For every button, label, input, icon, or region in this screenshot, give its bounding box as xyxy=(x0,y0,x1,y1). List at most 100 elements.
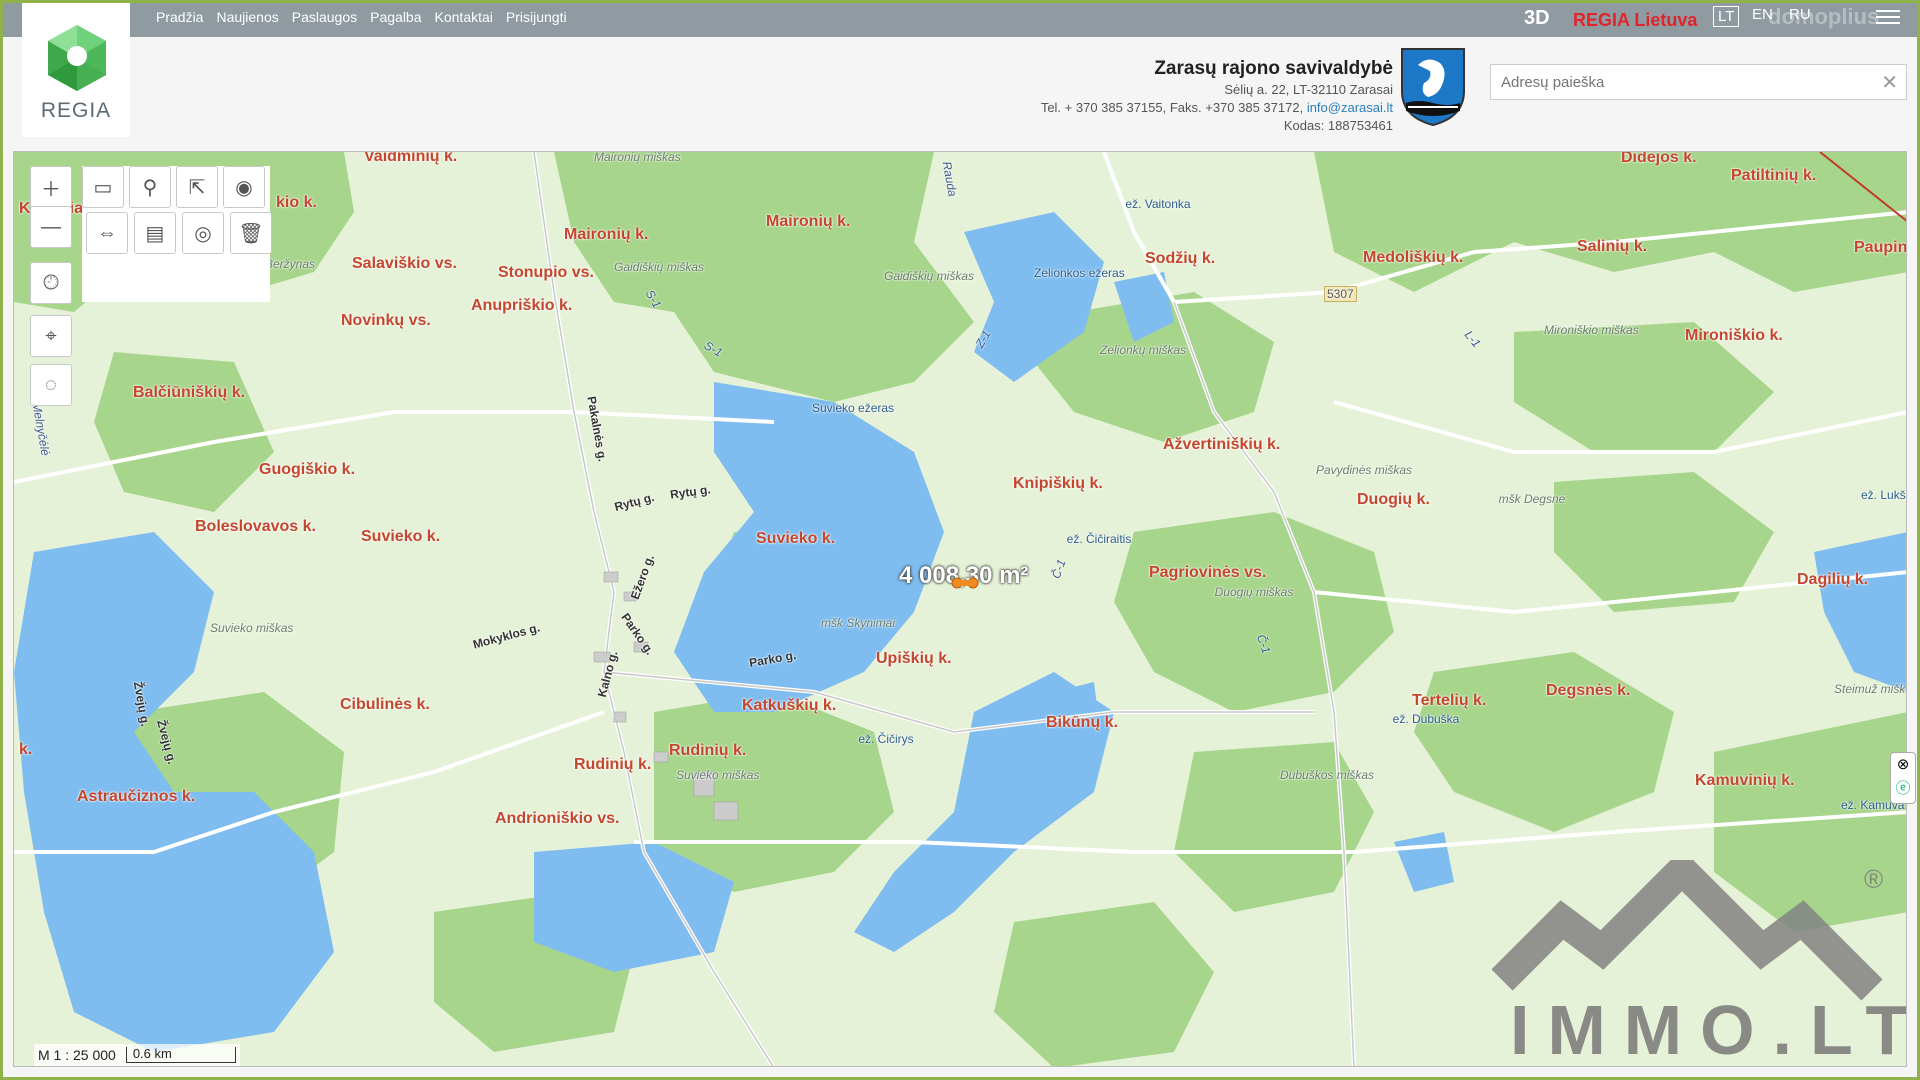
forest-label: Dubuškos miškas xyxy=(1280,768,1375,782)
history-button[interactable]: 🕘︎ xyxy=(30,262,72,304)
forest-label: Steimuž miškas xyxy=(1834,682,1906,696)
forest-label: Pavydinės miškas xyxy=(1316,463,1413,477)
share-button[interactable]: ⇱ xyxy=(176,166,218,208)
village-label: Bikūnų k. xyxy=(1046,714,1119,731)
village-label: Sodžių k. xyxy=(1145,250,1216,267)
municipality-code: Kodas: 188753461 xyxy=(1283,118,1393,133)
forest-label: Suvieko miškas xyxy=(676,768,760,782)
measure-distance-button[interactable]: ▭ xyxy=(82,166,124,208)
village-label: Suvieko k. xyxy=(361,528,441,545)
village-label: Katkuškių k. xyxy=(742,697,837,714)
water-label: ež. Vaitonka xyxy=(1125,197,1191,211)
map-scale: M 1 : 25 000 0.6 km xyxy=(34,1044,240,1066)
village-label: Duogių k. xyxy=(1357,491,1430,508)
water-label: ež. Lukšt xyxy=(1861,488,1907,502)
village-label: Tertelių k. xyxy=(1412,692,1487,709)
3d-button[interactable]: 3D xyxy=(1524,7,1550,30)
address-search-input[interactable] xyxy=(1491,65,1871,99)
village-label: Novinkų vs. xyxy=(341,312,431,329)
village-label: Boleslovavos k. xyxy=(195,518,316,535)
village-label: Degsnės k. xyxy=(1546,682,1631,699)
registered-mark: ® xyxy=(1864,864,1884,894)
share-icon: ⇱ xyxy=(188,176,206,199)
forest-label: Duogių miškas xyxy=(1214,585,1294,599)
water-label: ež. Dubuška xyxy=(1392,712,1460,726)
village-label: Rudinių k. xyxy=(574,756,652,773)
water-label: ež. Čičiraitis xyxy=(1066,532,1132,546)
delete-button[interactable]: 🗑︎ xyxy=(230,212,272,254)
target-icon: ◉ xyxy=(235,176,253,199)
scale-bar: 0.6 km xyxy=(125,1047,236,1063)
measured-parcel-shape[interactable] xyxy=(950,576,982,590)
village-label: Stonupio vs. xyxy=(498,264,594,281)
ruler-icon: ▭ xyxy=(93,176,113,199)
scale-ratio: M 1 : 25 000 xyxy=(38,1047,116,1063)
forest-label: mšk Degsnė xyxy=(1498,492,1566,506)
nav-kontaktai[interactable]: Kontaktai xyxy=(435,9,493,25)
village-label: k. xyxy=(19,741,33,758)
measure-length-button[interactable]: ⇔ xyxy=(86,212,128,254)
point-button[interactable]: ◉ xyxy=(223,166,265,208)
regia-lietuva-link[interactable]: REGIA Lietuva xyxy=(1573,10,1697,31)
menu-icon[interactable] xyxy=(1876,10,1900,26)
forest-label: Maironių miškas xyxy=(594,151,681,164)
map-canvas[interactable]: Vaidminių k. Kroviniai kio k. Maironių k… xyxy=(13,151,1907,1067)
zoom-out-button[interactable]: — xyxy=(30,206,72,248)
village-label: Maironių k. xyxy=(766,213,851,230)
regia-hexagon-icon xyxy=(48,25,106,91)
forest-label: mšk Skynimai xyxy=(820,616,895,630)
village-label: Vaidminių k. xyxy=(364,151,458,165)
lasso-icon: ◌ xyxy=(45,373,57,396)
village-label: Andrioniškio vs. xyxy=(495,810,620,827)
municipality-name: Zarasų rajono savivaldybė xyxy=(1154,58,1393,79)
nav-prisijungti[interactable]: Prisijungti xyxy=(506,9,567,25)
village-label: Upiškių k. xyxy=(876,650,952,667)
zarasai-coat-of-arms-icon xyxy=(1401,48,1465,127)
close-icon[interactable]: ✕ xyxy=(1881,70,1898,95)
village-label: kio k. xyxy=(276,194,317,211)
village-label: Didėjos k. xyxy=(1621,151,1697,166)
address-search: ✕ xyxy=(1490,64,1907,100)
forest-label: Mironiškio miškas xyxy=(1544,323,1639,337)
village-label: Cibulinės k. xyxy=(340,696,430,713)
e-icon[interactable]: ⓔ xyxy=(1891,777,1915,801)
village-label: Astraučiznos k. xyxy=(77,788,196,805)
side-widget[interactable]: ⊗ ⓔ xyxy=(1890,752,1916,804)
village-label: Medoliškių k. xyxy=(1363,249,1464,266)
forest-label: Gaidiškių miškas xyxy=(884,269,975,283)
zoom-in-button[interactable]: ＋ xyxy=(30,166,72,208)
trash-icon: 🗑︎ xyxy=(238,222,264,245)
clock-icon: 🕘︎ xyxy=(43,271,59,294)
water-label: Suvieko ežeras xyxy=(812,401,895,415)
nav-pagalba[interactable]: Pagalba xyxy=(370,9,421,25)
water-label: Zelionkos ežeras xyxy=(1034,266,1125,280)
radius-icon: ◎ xyxy=(194,222,212,245)
forest-label: Gaidiškių miškas xyxy=(614,260,705,274)
main-nav: Pradžia Naujienos Paslaugos Pagalba Kont… xyxy=(156,9,567,25)
measure-area-button[interactable]: ▤ xyxy=(134,212,176,254)
village-label: Anupriškio k. xyxy=(471,297,573,314)
village-label: Paupin xyxy=(1854,239,1907,256)
municipality-contacts: Tel. + 370 385 37155, Faks. +370 385 371… xyxy=(1040,100,1393,115)
locate-button[interactable]: ⌖ xyxy=(30,315,72,357)
nav-paslaugos[interactable]: Paslaugos xyxy=(292,9,357,25)
lasso-button[interactable]: ◌ xyxy=(30,364,72,406)
forest-label: Zelionkų miškas xyxy=(1100,343,1187,357)
close-circle-icon[interactable]: ⊗ xyxy=(1891,753,1915,777)
regia-logo[interactable]: REGIA xyxy=(22,3,130,137)
nav-pradzia[interactable]: Pradžia xyxy=(156,9,203,25)
village-label: Kamuvinių k. xyxy=(1695,772,1795,789)
road-number-badge: 5307 xyxy=(1324,286,1357,302)
nav-naujienos[interactable]: Naujienos xyxy=(216,9,278,25)
area-icon: ▤ xyxy=(145,222,165,245)
village-label: Dagilių k. xyxy=(1797,571,1869,588)
radius-button[interactable]: ◎ xyxy=(182,212,224,254)
email-link[interactable]: info@zarasai.lt xyxy=(1307,100,1393,115)
municipality-info: Zarasų rajono savivaldybė Sėlių a. 22, L… xyxy=(1041,58,1393,134)
crosshair-icon: ⌖ xyxy=(45,324,57,347)
domoplius-watermark: domoplius xyxy=(1768,4,1880,29)
village-label: Knipiškių k. xyxy=(1013,475,1103,492)
lang-lt[interactable]: LT xyxy=(1713,6,1740,27)
municipality-address: Sėlių a. 22, LT-32110 Zarasai xyxy=(1224,82,1393,97)
marker-button[interactable]: ⚲ xyxy=(129,166,171,208)
